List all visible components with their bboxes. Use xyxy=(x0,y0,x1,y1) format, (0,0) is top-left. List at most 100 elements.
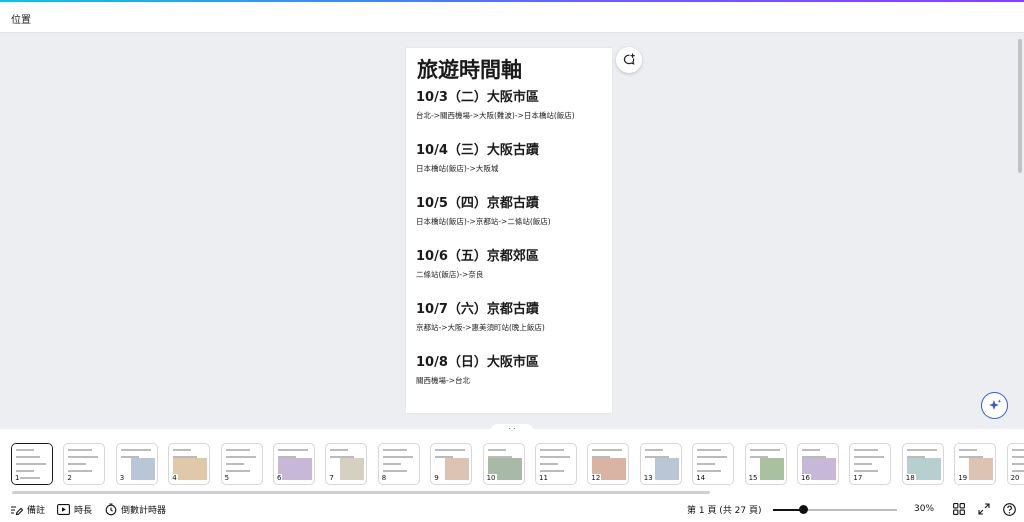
entry-route: 日本橋站(飯店)->京都站->二條站(飯店) xyxy=(416,217,551,226)
thumbnail-page-number: 17 xyxy=(852,474,864,483)
slide-page[interactable]: 旅遊時間軸 10/3（二）大阪市區 台北->關西機場->大阪(難波)->日本橋站… xyxy=(406,48,612,413)
entry-date: 10/5（四）京都古蹟 xyxy=(416,196,539,211)
thumbnail-preview-line xyxy=(854,470,879,472)
thumbnail-page-number: 18 xyxy=(904,474,916,483)
zoom-slider-handle[interactable] xyxy=(799,505,808,514)
page-thumbnail[interactable]: 17 xyxy=(849,443,892,485)
thumbnail-page-number: 19 xyxy=(957,474,969,483)
page-thumbnail[interactable]: 19 xyxy=(954,443,997,485)
grid-view-icon xyxy=(953,503,965,515)
add-comment-button[interactable] xyxy=(616,47,642,73)
add-comment-icon xyxy=(623,53,635,65)
page-thumbnail[interactable]: 8 xyxy=(377,443,420,485)
thumbnail-preview-line xyxy=(225,456,256,458)
timeline-entry[interactable]: 10/7（六）京都古蹟 京都站->大阪->惠美須町站(晚上飯店) xyxy=(416,302,602,355)
thumbnail-preview-line xyxy=(592,449,623,451)
thumbnail-preview-line xyxy=(382,470,407,472)
thumbnail-preview-line xyxy=(382,449,407,451)
timeline-entry[interactable]: 10/8（日）大阪市區 關西機場->台北 xyxy=(416,355,602,408)
thumbnail-page-number: 16 xyxy=(800,474,811,483)
thumbnail-preview-line xyxy=(1011,456,1024,458)
thumbnail-page-number: 1 xyxy=(14,474,21,483)
thumbnail-preview-line xyxy=(68,449,93,451)
play-icon xyxy=(57,504,70,515)
duration-button[interactable]: 時長 xyxy=(57,503,92,516)
fullscreen-button[interactable] xyxy=(977,502,991,516)
page-thumbnail[interactable]: 7 xyxy=(325,443,368,485)
thumbnail-preview-line xyxy=(225,449,250,451)
timeline-entry[interactable]: 10/5（四）京都古蹟 日本橋站(飯店)->京都站->二條站(飯店) xyxy=(416,196,602,249)
page-thumbnail[interactable]: 5 xyxy=(220,443,263,485)
thumbnail-preview-line xyxy=(854,456,885,458)
thumbnail-page-number: 4 xyxy=(171,474,178,483)
slide-title[interactable]: 旅遊時間軸 xyxy=(417,56,602,84)
notes-button[interactable]: 備註 xyxy=(10,503,45,516)
thumbnail-preview-line xyxy=(540,470,564,472)
page-thumbnail[interactable]: 16 xyxy=(797,443,839,485)
page-thumbnail[interactable]: 14 xyxy=(692,443,735,485)
page-thumbnail[interactable]: 15 xyxy=(744,443,787,485)
entry-route: 二條站(飯店)->奈良 xyxy=(416,270,484,279)
thumbnail-preview-line xyxy=(697,463,716,465)
thumbnail-preview-line xyxy=(330,449,349,451)
horizontal-scrollbar[interactable] xyxy=(12,491,710,494)
thumbnail-preview-image xyxy=(340,458,365,480)
page-thumbnail[interactable]: 9 xyxy=(430,443,473,485)
thumbnail-preview-line xyxy=(540,463,558,465)
thumbnail-page-number: 13 xyxy=(642,474,654,483)
thumbnail-preview-line xyxy=(382,456,413,458)
thumbnail-preview-line xyxy=(1011,463,1024,465)
timer-icon xyxy=(105,503,117,516)
page-thumbnail[interactable]: 13 xyxy=(639,443,682,485)
zoom-level[interactable]: 30% xyxy=(914,504,934,514)
thumbnail-preview-line xyxy=(16,463,46,465)
thumbnail-preview-line xyxy=(278,449,308,451)
entry-route: 台北->關西機場->大阪(難波)->日本橋站(飯店) xyxy=(416,111,575,120)
thumbnail-preview-line xyxy=(959,449,978,451)
thumbnail-preview-image xyxy=(445,458,470,480)
thumbnail-page-number: 20 xyxy=(1009,474,1021,483)
page-thumbnail[interactable]: 18 xyxy=(901,443,944,485)
thumbnail-preview-line xyxy=(854,463,873,465)
thumbnail-preview-line xyxy=(697,470,722,472)
thumbnail-preview-line xyxy=(697,456,728,458)
thumbnail-page-number: 7 xyxy=(328,474,335,483)
thumbnail-preview-image xyxy=(130,458,155,480)
app: 位置 旅遊時間軸 10/3（二）大阪市區 台北->關西機場->大阪(難波)->日… xyxy=(0,0,1024,522)
page-thumbnail[interactable]: 10 xyxy=(482,443,525,485)
thumbnail-preview-line xyxy=(487,449,506,451)
page-thumbnail[interactable]: 3 xyxy=(115,443,158,485)
thumbnail-preview-line xyxy=(1011,470,1024,472)
grid-view-button[interactable] xyxy=(952,502,966,516)
position-button[interactable]: 位置 xyxy=(11,11,31,26)
duration-label: 時長 xyxy=(74,506,93,516)
vertical-scrollbar[interactable] xyxy=(1018,39,1022,173)
timeline-entry[interactable]: 10/6（五）京都郊區 二條站(飯店)->奈良 xyxy=(416,249,602,302)
thumbnail-page-number: 5 xyxy=(223,474,231,483)
bottom-toolbar: 備註 時長 倒數計時器 第 1 頁 (共 27 頁) 30% xyxy=(0,496,1024,522)
thumbnail-preview-line xyxy=(382,463,401,465)
page-thumbnail[interactable]: 20 xyxy=(1006,443,1024,485)
help-button[interactable] xyxy=(1002,502,1016,516)
thumbnail-preview-line xyxy=(854,449,879,451)
page-thumbnail[interactable]: 4 xyxy=(168,443,211,485)
page-thumbnail[interactable]: 2 xyxy=(63,443,106,485)
page-thumbnail[interactable]: 12 xyxy=(587,443,630,485)
page-indicator[interactable]: 第 1 頁 (共 27 頁) xyxy=(687,503,762,516)
page-thumbnail[interactable]: 6 xyxy=(273,443,315,485)
timer-button[interactable]: 倒數計時器 xyxy=(105,503,166,516)
thumbnail-preview-line xyxy=(225,463,244,465)
thumbnail-page-number: 9 xyxy=(433,474,440,483)
page-thumbnail[interactable]: 11 xyxy=(535,443,577,485)
help-icon xyxy=(1002,502,1016,516)
magic-assistant-button[interactable] xyxy=(981,392,1008,419)
editor-canvas[interactable]: 旅遊時間軸 10/3（二）大阪市區 台北->關西機場->大阪(難波)->日本橋站… xyxy=(0,33,1024,429)
timeline-entry[interactable]: 10/3（二）大阪市區 台北->關西機場->大阪(難波)->日本橋站(飯店) xyxy=(416,90,602,143)
thumbnail-page-number: 10 xyxy=(485,474,497,483)
page-filmstrip[interactable]: 1 2 3 4 5 6 7 8 9 10 11 12 13 14 15 16 17 18 19 20 xyxy=(0,429,1024,494)
page-thumbnail[interactable]: 1 xyxy=(10,442,54,486)
entry-date: 10/7（六）京都古蹟 xyxy=(416,302,539,317)
timeline-entry[interactable]: 10/4（三）大阪古蹟 日本橋站(飯店)->大阪城 xyxy=(416,143,602,196)
thumbnail-preview-line xyxy=(68,470,93,472)
entry-route: 日本橋站(飯店)->大阪城 xyxy=(416,164,499,173)
